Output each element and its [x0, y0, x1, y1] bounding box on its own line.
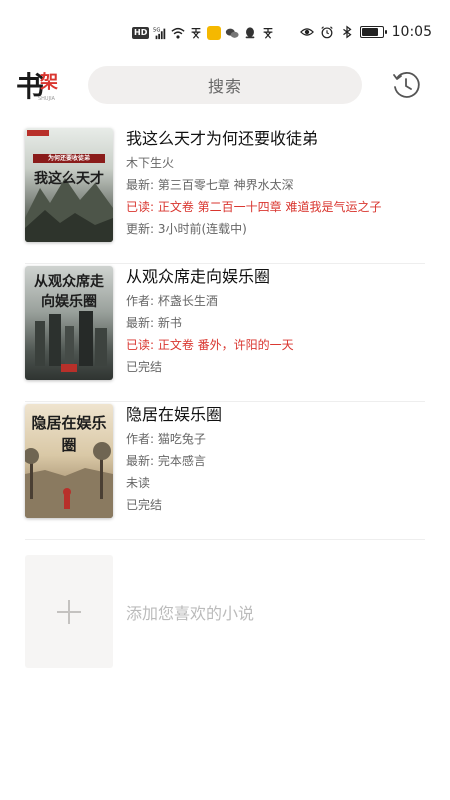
search-placeholder: 搜索	[207, 77, 242, 96]
signal-icon: 5G	[153, 27, 166, 40]
network-label: 5G	[153, 27, 160, 33]
add-book-label[interactable]: 添加您喜欢的小说	[126, 600, 254, 624]
book-cover[interactable]: 隐居在娱乐圈	[25, 404, 113, 518]
book-author: 作者: 杯盏长生酒	[126, 294, 218, 308]
bluetooth-icon	[342, 25, 352, 39]
cover-title: 从观众席走向娱乐圈	[34, 274, 104, 310]
wechat-icon	[226, 28, 239, 38]
plus-icon	[57, 599, 81, 624]
book-cover[interactable]: 为何还要收徒弟 我这么天才	[25, 128, 113, 242]
app-notification-icon	[191, 28, 201, 39]
book-latest: 最新: 新书	[126, 316, 182, 330]
book-info: 我这么天才为何还要收徒弟 木下生火 最新: 第三百零七章 神界水太深 已读: 正…	[126, 126, 425, 240]
book-read-progress: 已读: 正文卷 番外，许阳的一天	[126, 338, 294, 352]
qq-icon	[245, 27, 255, 39]
add-book-button[interactable]	[25, 555, 113, 668]
status-right: 10:05	[299, 22, 432, 42]
book-read-progress: 未读	[126, 476, 151, 490]
book-title: 我这么天才为何还要收徒弟	[126, 129, 319, 148]
book-item[interactable]: 从观众席走向娱乐圈 从观众席走向娱乐圈 作者: 杯盏长生酒 最新: 新书 已读:…	[25, 264, 425, 402]
cover-title: 隐居在娱乐圈	[31, 414, 107, 454]
book-info: 隐居在娱乐圈 作者: 猫吃兔子 最新: 完本感言 未读 已完结	[126, 402, 425, 516]
logo-subtext: SHUJIA	[38, 96, 56, 102]
app-notification-icon-2	[263, 28, 273, 39]
book-latest: 最新: 第三百零七章 神界水太深	[126, 178, 294, 192]
book-item[interactable]: 隐居在娱乐圈 隐居在娱乐圈 作者: 猫吃兔子 最新: 完本感言 未读 已完结	[25, 402, 425, 540]
mail-notification-icon	[207, 26, 222, 40]
logo-char-2: 架	[40, 71, 58, 93]
alarm-icon	[320, 26, 333, 39]
battery-icon	[359, 26, 387, 38]
wifi-icon	[171, 27, 185, 39]
battery-level	[361, 28, 378, 36]
history-clock-icon[interactable]	[391, 70, 421, 100]
book-latest: 最新: 完本感言	[126, 454, 206, 468]
book-read-progress: 已读: 正文卷 第二百一十四章 难道我是气运之子	[126, 200, 382, 214]
status-left: HD 5G	[132, 24, 275, 42]
book-list: 为何还要收徒弟 我这么天才 我这么天才为何还要收徒弟 木下生火 最新: 第三百零…	[25, 126, 425, 540]
book-author: 作者: 猫吃兔子	[126, 432, 206, 446]
status-bar: HD 5G 10:05	[0, 0, 450, 56]
book-item[interactable]: 为何还要收徒弟 我这么天才 我这么天才为何还要收徒弟 木下生火 最新: 第三百零…	[25, 126, 425, 264]
eye-icon	[299, 28, 314, 36]
cover-title: 我这么天才	[34, 171, 104, 187]
book-title: 隐居在娱乐圈	[126, 405, 223, 424]
cover-badge: 为何还要收徒弟	[47, 155, 90, 162]
book-update-status: 更新: 3小时前(连载中)	[126, 222, 247, 236]
clock: 10:05	[391, 24, 432, 40]
search-input[interactable]: 搜索	[88, 66, 362, 104]
book-update-status: 已完结	[126, 498, 163, 512]
book-title: 从观众席走向娱乐圈	[126, 267, 271, 286]
bookshelf-logo[interactable]: 书 架 SHUJIA	[16, 64, 66, 108]
book-update-status: 已完结	[126, 360, 163, 374]
book-cover[interactable]: 从观众席走向娱乐圈	[25, 266, 113, 380]
book-info: 从观众席走向娱乐圈 作者: 杯盏长生酒 最新: 新书 已读: 正文卷 番外，许阳…	[126, 264, 425, 378]
hd-badge: HD	[132, 27, 150, 39]
book-author: 木下生火	[126, 156, 175, 170]
